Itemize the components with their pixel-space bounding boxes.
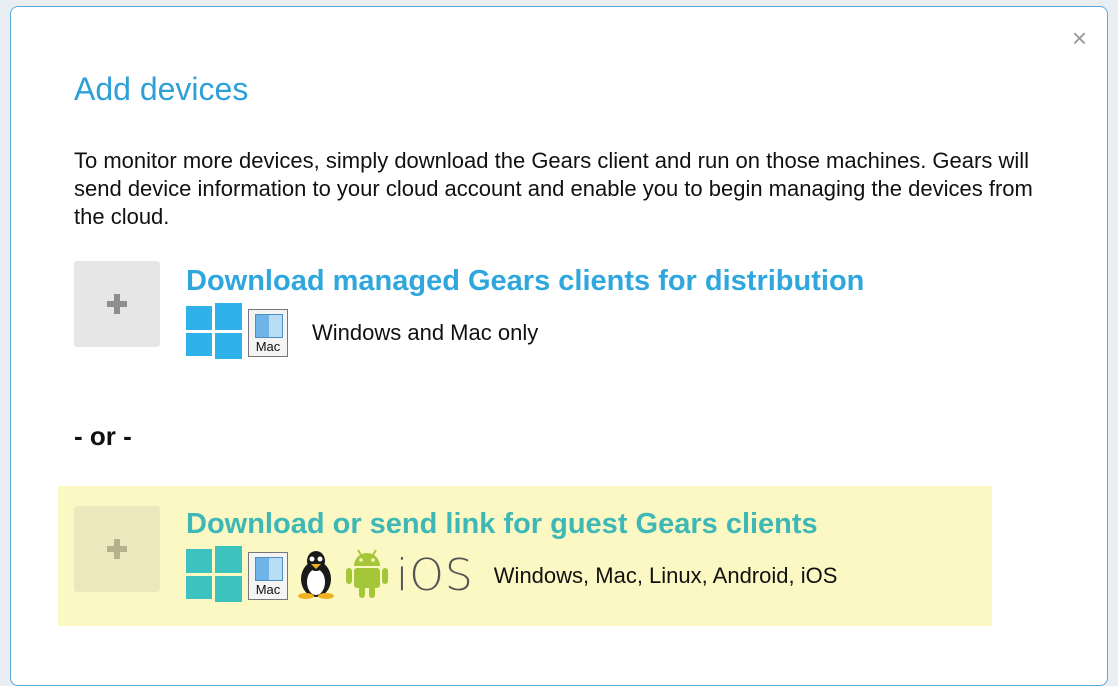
or-separator: - or - — [74, 421, 132, 451]
guest-platforms-text: Windows, Mac, Linux, Android, iOS — [493, 563, 838, 588]
add-guest-clients-button[interactable] — [74, 506, 160, 592]
ios-icon: iOS — [396, 550, 474, 601]
add-managed-clients-button[interactable] — [74, 261, 160, 347]
linux-icon — [294, 549, 338, 604]
guest-clients-option: Download or send link for guest Gears cl… — [58, 486, 992, 626]
mac-icon: Mac — [248, 309, 288, 357]
windows-icon — [186, 302, 242, 364]
guest-platforms-row: Mac iOS Windows, Mac, Linux, Android, iO… — [186, 545, 838, 607]
android-icon — [344, 548, 390, 605]
managed-clients-option: Download managed Gears clients for distr… — [74, 261, 994, 371]
windows-icon — [186, 545, 242, 607]
managed-platforms-row: Mac Windows and Mac only — [186, 302, 539, 364]
dialog-title: Add devices — [74, 71, 249, 107]
download-managed-clients-link[interactable]: Download managed Gears clients for distr… — [186, 265, 864, 298]
download-guest-clients-link[interactable]: Download or send link for guest Gears cl… — [186, 508, 818, 541]
mac-icon: Mac — [248, 552, 288, 600]
close-icon[interactable]: × — [1072, 25, 1087, 51]
dialog-description: To monitor more devices, simply download… — [74, 148, 1033, 229]
managed-platforms-text: Windows and Mac only — [312, 320, 539, 345]
add-devices-dialog: × Add devices To monitor more devices, s… — [10, 6, 1108, 686]
